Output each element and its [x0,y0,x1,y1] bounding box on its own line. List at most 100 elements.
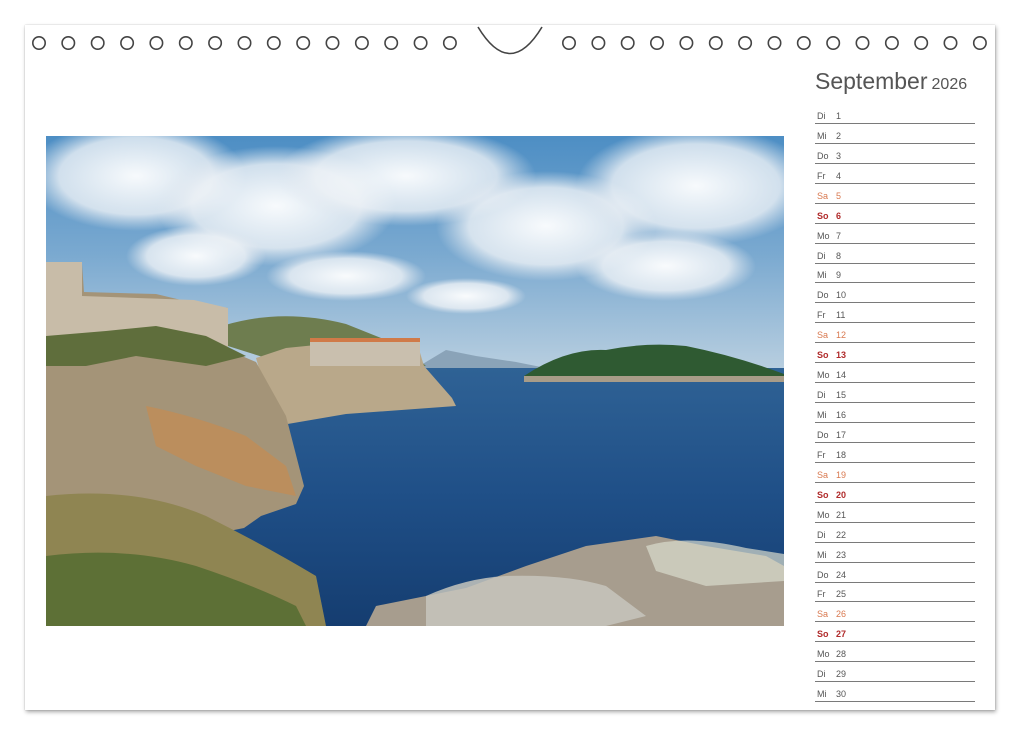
day-number: 15 [836,390,847,401]
binding-hole [296,35,311,50]
day-number: 6 [836,210,842,221]
binding-hole [266,35,281,50]
day-number: 27 [836,629,847,640]
day-number: 13 [836,350,847,361]
day-row: Di 22 [815,523,975,543]
binding-hole [413,35,428,50]
day-number: 23 [836,549,847,560]
weekday-label: Di [817,669,826,680]
day-number: 12 [836,330,847,341]
coastal-fortress-photo [46,136,784,626]
binding-hole [826,35,841,50]
day-row: Di 15 [815,383,975,404]
binding-hole [591,35,606,50]
day-row: Fr 25 [815,583,975,603]
day-number: 1 [836,110,842,121]
day-number: 17 [836,429,847,440]
day-row: Sa 12 [815,323,975,344]
weekday-label: Mo [817,509,830,520]
binding-hole [178,35,193,50]
day-number: 22 [836,529,847,540]
hanger-cutout [477,26,543,55]
day-number: 19 [836,469,847,480]
day-number: 28 [836,649,847,660]
day-number: 24 [836,569,847,580]
weekday-label: Fr [817,449,826,460]
weekday-label: So [817,210,829,221]
binding-hole [738,35,753,50]
weekday-label: Mi [817,549,827,560]
binding-hole [914,35,929,50]
weekday-label: Mi [817,130,827,141]
day-list: Di 1 Mi 2 Do 3 Fr 4 Sa 5 So 6 Mo 7 Di 8 Mi 9 Do 10 Fr 11 Sa 12 S… [815,104,975,703]
day-number: 29 [836,669,847,680]
weekday-label: Mo [817,649,830,660]
day-row: Fr 4 [815,164,975,184]
weekday-label: Di [817,250,826,261]
day-row: Mi 9 [815,264,975,284]
weekday-label: Sa [817,469,829,480]
weekday-label: Mi [817,270,827,281]
binding-hole [354,35,369,50]
binding-hole [708,35,723,50]
day-row: Mi 23 [815,543,975,563]
weekday-label: Do [817,569,829,580]
binding-hole [620,35,635,50]
day-row: So 20 [815,483,975,503]
day-row: Do 17 [815,423,975,443]
day-number: 3 [836,150,842,161]
day-number: 5 [836,190,842,201]
weekday-label: Di [817,110,826,121]
day-number: 14 [836,370,847,381]
day-number: 26 [836,609,847,620]
binding-hole [972,35,987,50]
day-row: So 27 [815,622,975,643]
weekday-label: Sa [817,190,829,201]
day-number: 16 [836,410,847,420]
day-row: Sa 26 [815,602,975,623]
day-row: Mi 16 [815,403,975,423]
weekday-label: Mo [817,370,830,381]
day-row: Do 24 [815,563,975,583]
weekday-label: Fr [817,589,826,600]
weekday-label: Do [817,290,829,301]
day-row: Mi 30 [815,682,975,703]
day-row: Mi 2 [815,124,975,144]
day-row: Mo 7 [815,224,975,244]
day-row: Do 3 [815,144,975,164]
day-number: 25 [836,589,847,600]
day-number: 11 [836,310,846,321]
binding-hole [31,35,46,50]
spiral-binding [31,26,987,55]
day-row: Di 1 [815,104,975,124]
weekday-label: Sa [817,609,829,620]
binding-hole [149,35,164,50]
weekday-label: Mo [817,230,830,241]
binding-hole [384,35,399,50]
weekday-label: Do [817,150,829,161]
binding-hole [237,35,252,50]
weekday-label: Di [817,529,826,540]
day-row: Do 10 [815,283,975,304]
day-number: 9 [836,270,842,281]
binding-hole [61,35,76,50]
binding-hole [325,35,340,50]
day-number: 8 [836,250,842,261]
weekday-label: So [817,350,829,361]
day-row: Fr 18 [815,443,975,463]
binding-hole [855,35,870,50]
day-row: Sa 19 [815,463,975,483]
day-number: 4 [836,170,842,181]
day-number: 7 [836,230,842,241]
weekday-label: So [817,629,829,640]
binding-hole [442,35,457,50]
day-number: 2 [836,130,842,141]
binding-hole [767,35,782,50]
weekday-label: Di [817,390,826,401]
binding-hole [90,35,105,50]
weekday-label: Fr [817,310,826,321]
day-row: Fr 11 [815,303,975,324]
month-year: 2026 [931,76,968,93]
day-row: So 6 [815,204,975,224]
day-row: Di 8 [815,244,975,264]
